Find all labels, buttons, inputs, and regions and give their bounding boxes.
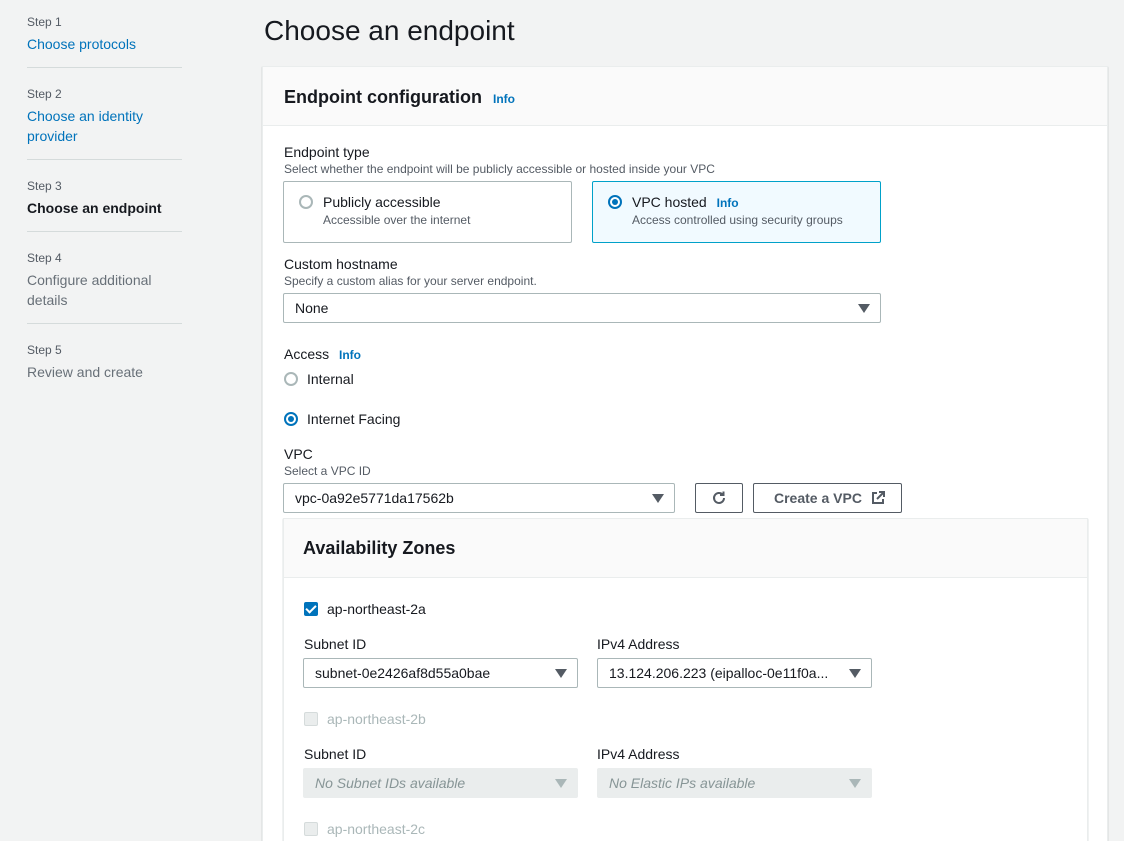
step-1[interactable]: Step 1 Choose protocols (27, 14, 182, 54)
step-number: Step 2 (27, 87, 62, 101)
access-label-text: Access (284, 346, 330, 362)
caret-down-icon (849, 669, 861, 678)
subnet-select-2a[interactable]: subnet-0e2426af8d55a0bae (303, 658, 578, 688)
step-divider (27, 67, 182, 68)
tile-vpc-hosted[interactable]: VPC hosted Info Access controlled using … (592, 181, 881, 243)
az-name: ap-northeast-2a (327, 601, 426, 617)
custom-hostname-label: Custom hostname (284, 256, 398, 272)
info-link[interactable]: Info (339, 348, 361, 362)
select-value: 13.124.206.223 (eipalloc-0e11f0a... (609, 665, 829, 681)
az-name: ap-northeast-2b (327, 711, 426, 727)
step-label-configure-details: Configure additional details (27, 270, 182, 310)
checkbox-check-icon[interactable] (304, 602, 318, 616)
button-label: Create a VPC (774, 490, 862, 506)
step-current-choose-endpoint: Choose an endpoint (27, 200, 162, 216)
step-link-choose-protocols[interactable]: Choose protocols (27, 34, 182, 54)
select-value: subnet-0e2426af8d55a0bae (315, 665, 491, 681)
select-value: No Subnet IDs available (315, 775, 466, 791)
step-number: Step 4 (27, 251, 62, 265)
step-label-line: Configure additional (27, 272, 152, 288)
step-3: Step 3 Choose an endpoint (27, 178, 182, 218)
step-number: Step 3 (27, 179, 62, 193)
create-vpc-button[interactable]: Create a VPC (753, 483, 902, 513)
subnet-select-2b: No Subnet IDs available (303, 768, 578, 798)
caret-down-icon (652, 494, 664, 503)
az-name: ap-northeast-2c (327, 821, 426, 837)
radio-option-internet-facing[interactable]: Internet Facing (283, 410, 483, 430)
radio-label: Internal (307, 371, 354, 387)
tile-publicly-accessible[interactable]: Publicly accessible Accessible over the … (283, 181, 572, 243)
step-divider (27, 159, 182, 160)
tile-title: Publicly accessible (323, 194, 441, 210)
page-title: Choose an endpoint (264, 15, 515, 46)
radio-internal[interactable] (284, 372, 298, 386)
step-5: Step 5 Review and create (27, 342, 182, 382)
checkbox-icon[interactable] (304, 822, 318, 836)
radio-publicly-accessible[interactable] (299, 195, 313, 209)
step-label-review-create: Review and create (27, 364, 143, 380)
ipv4-address-label: IPv4 Address (597, 746, 680, 762)
vpc-label: VPC (284, 446, 313, 462)
custom-hostname-select[interactable]: None (283, 293, 881, 323)
ipv4-select-2b: No Elastic IPs available (597, 768, 872, 798)
step-divider (27, 231, 182, 232)
subnet-id-label: Subnet ID (304, 746, 367, 762)
tile-description: Accessible over the internet (323, 213, 471, 227)
step-divider (27, 323, 182, 324)
ipv4-address-label: IPv4 Address (597, 636, 680, 652)
ipv4-select-2a[interactable]: 13.124.206.223 (eipalloc-0e11f0a... (597, 658, 872, 688)
custom-hostname-description: Specify a custom alias for your server e… (284, 274, 537, 288)
refresh-icon (713, 491, 725, 504)
radio-vpc-hosted[interactable] (608, 195, 622, 209)
step-number: Step 5 (27, 343, 62, 357)
step-number: Step 1 (27, 15, 62, 29)
endpoint-type-label: Endpoint type (284, 144, 370, 160)
external-link-icon (872, 491, 885, 504)
vpc-description: Select a VPC ID (284, 464, 371, 478)
step-label-line: Choose an identity (27, 108, 143, 124)
endpoint-type-description: Select whether the endpoint will be publ… (284, 162, 715, 176)
select-value: None (295, 300, 329, 316)
caret-down-icon (555, 669, 567, 678)
radio-option-internal[interactable]: Internal (283, 370, 483, 390)
tile-title: VPC hosted Info (632, 194, 739, 210)
refresh-vpc-button[interactable] (695, 483, 743, 513)
panel-title: Endpoint configuration Info (284, 86, 515, 110)
panel-header: Endpoint configuration Info (263, 67, 1107, 126)
caret-down-icon (858, 304, 870, 313)
subnet-id-label: Subnet ID (304, 636, 367, 652)
radio-internet-facing[interactable] (284, 412, 298, 426)
az-checkbox-row-2c[interactable]: ap-northeast-2c (303, 821, 503, 841)
step-4: Step 4 Configure additional details (27, 250, 182, 310)
tile-title-text: VPC hosted (632, 194, 707, 210)
step-2[interactable]: Step 2 Choose an identity provider (27, 86, 182, 146)
info-link[interactable]: Info (717, 196, 739, 210)
az-title: Availability Zones (303, 538, 456, 558)
az-checkbox-row-2b[interactable]: ap-northeast-2b (303, 711, 503, 731)
checkbox-icon[interactable] (304, 712, 318, 726)
info-link[interactable]: Info (493, 92, 515, 106)
vpc-select[interactable]: vpc-0a92e5771da17562b (283, 483, 675, 513)
access-label: Access Info (284, 345, 361, 364)
select-value: vpc-0a92e5771da17562b (295, 490, 454, 506)
panel-title-text: Endpoint configuration (284, 87, 482, 107)
step-link-choose-identity-provider[interactable]: Choose an identity provider (27, 106, 182, 146)
step-label-line: details (27, 292, 68, 308)
select-value: No Elastic IPs available (609, 775, 756, 791)
caret-down-icon (555, 779, 567, 788)
availability-zones-panel: Availability Zones ap-northeast-2a Subne… (283, 518, 1088, 841)
caret-down-icon (849, 779, 861, 788)
az-checkbox-row-2a[interactable]: ap-northeast-2a (303, 601, 503, 621)
step-label-line: provider (27, 128, 78, 144)
radio-label: Internet Facing (307, 411, 401, 427)
tile-description: Access controlled using security groups (632, 213, 843, 227)
az-header: Availability Zones (284, 519, 1087, 578)
